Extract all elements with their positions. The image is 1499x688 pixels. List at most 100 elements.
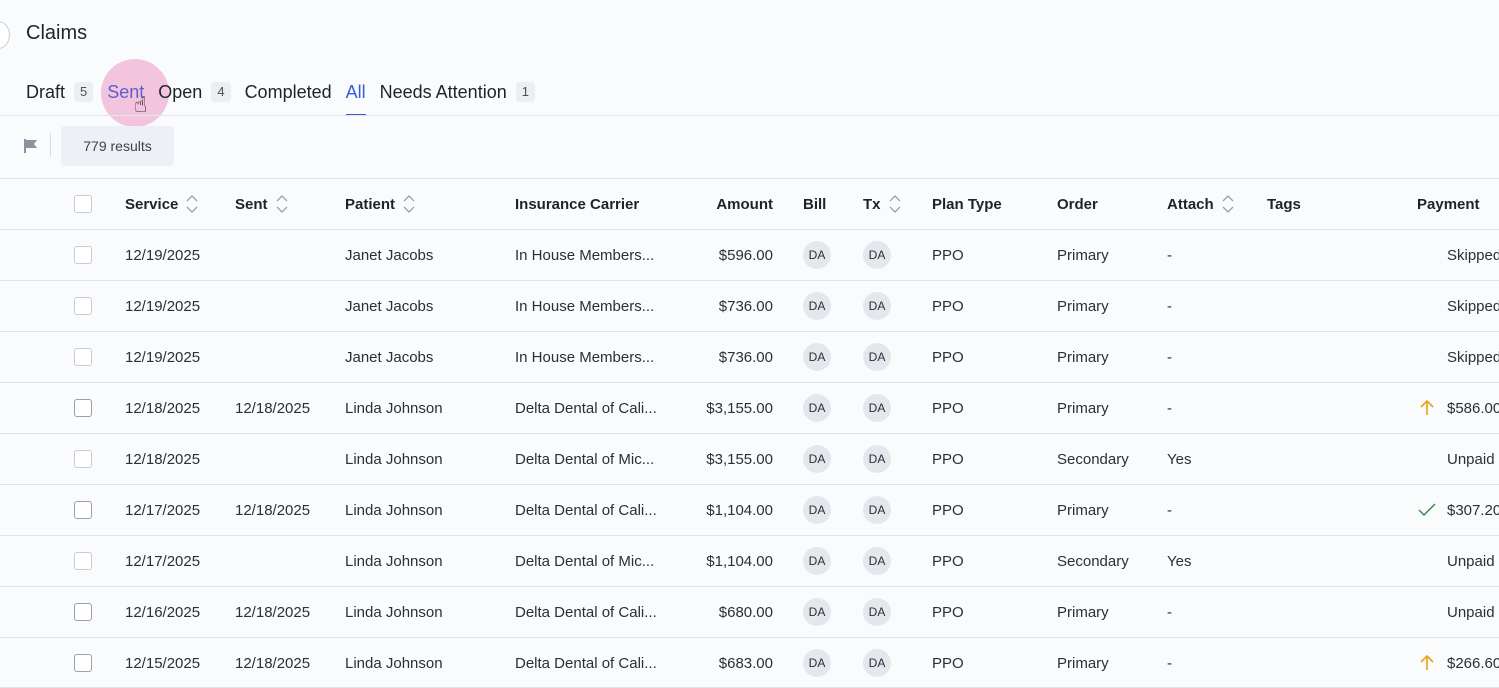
column-header-tx[interactable]: Tx <box>863 179 901 229</box>
payment-cell: $266.60 <box>1417 638 1499 688</box>
column-header-order: Order <box>1057 195 1098 213</box>
row-checkbox-cell[interactable] <box>74 332 92 382</box>
row-checkbox[interactable] <box>74 348 92 366</box>
attach-cell: - <box>1167 654 1172 672</box>
bill-cell: DA <box>803 281 831 331</box>
patient-cell: Linda Johnson <box>345 450 443 468</box>
patient-cell: Linda Johnson <box>345 501 443 519</box>
row-checkbox[interactable] <box>74 246 92 264</box>
service-cell: 12/19/2025 <box>125 348 201 366</box>
table-row[interactable]: 12/16/2025 12/18/2025 Linda Johnson Delta D… <box>0 586 1499 637</box>
row-checkbox[interactable] <box>74 654 92 672</box>
tab-draft[interactable]: Draft 5 <box>26 78 94 106</box>
row-checkbox[interactable] <box>74 552 92 570</box>
amount-cell: $596.00 <box>718 246 773 264</box>
amount-cell: $736.00 <box>718 348 773 366</box>
row-checkbox[interactable] <box>74 501 92 519</box>
back-button[interactable] <box>0 21 10 49</box>
column-header-attach[interactable]: Attach <box>1167 179 1234 229</box>
table-row[interactable]: 12/15/2025 12/18/2025 Linda Johnson Delta D… <box>0 637 1499 688</box>
tab-completed[interactable]: Completed <box>245 78 332 106</box>
tab-bar: Draft 5 Sent Open 4 Completed All Needs … <box>26 78 549 116</box>
bill-avatar[interactable]: DA <box>803 496 831 524</box>
select-all-checkbox[interactable] <box>74 195 92 213</box>
tx-avatar[interactable]: DA <box>863 343 891 371</box>
tx-avatar[interactable]: DA <box>863 598 891 626</box>
attach-cell: - <box>1167 501 1172 519</box>
bill-avatar[interactable]: DA <box>803 394 831 422</box>
column-header-patient[interactable]: Patient <box>345 179 415 229</box>
row-checkbox[interactable] <box>74 297 92 315</box>
row-checkbox-cell[interactable] <box>74 587 92 637</box>
sort-icon[interactable] <box>276 193 288 215</box>
tx-avatar[interactable]: DA <box>863 241 891 269</box>
column-header-insurance-carrier: Insurance Carrier <box>515 195 640 213</box>
row-checkbox-cell[interactable] <box>74 638 92 688</box>
sort-icon[interactable] <box>889 193 901 215</box>
tab-all[interactable]: All <box>345 78 366 116</box>
bill-cell: DA <box>803 332 831 382</box>
tx-avatar[interactable]: DA <box>863 496 891 524</box>
row-checkbox-cell[interactable] <box>74 434 92 484</box>
tab-label: Open <box>158 81 203 102</box>
row-checkbox-cell[interactable] <box>74 536 92 586</box>
plan-type-cell: PPO <box>932 246 964 264</box>
tx-avatar[interactable]: DA <box>863 292 891 320</box>
tab-label: Completed <box>244 81 332 102</box>
row-checkbox-cell[interactable] <box>74 485 92 535</box>
tab-open[interactable]: Open 4 <box>158 78 231 106</box>
sort-icon[interactable] <box>403 193 415 215</box>
bill-avatar[interactable]: DA <box>803 445 831 473</box>
tx-avatar[interactable]: DA <box>863 547 891 575</box>
arrow-up-icon <box>1417 399 1437 417</box>
bill-cell: DA <box>803 383 831 433</box>
column-header-sent[interactable]: Sent <box>235 179 288 229</box>
carrier-cell: Delta Dental of Cali... <box>515 501 657 519</box>
row-checkbox-cell[interactable] <box>74 230 92 280</box>
tx-avatar[interactable]: DA <box>863 394 891 422</box>
bill-avatar[interactable]: DA <box>803 598 831 626</box>
payment-value: $266.60 <box>1447 654 1499 672</box>
bill-avatar[interactable]: DA <box>803 649 831 677</box>
payment-cell: Skipped <box>1447 332 1499 382</box>
order-cell: Secondary <box>1057 552 1129 570</box>
row-checkbox[interactable] <box>74 399 92 417</box>
tab-count-badge: 4 <box>211 82 231 102</box>
select-all-checkbox-cell[interactable] <box>74 179 92 229</box>
attach-cell: - <box>1167 297 1172 315</box>
flag-icon[interactable] <box>22 137 40 155</box>
bill-avatar[interactable]: DA <box>803 292 831 320</box>
sort-icon[interactable] <box>186 193 198 215</box>
payment-value: Unpaid <box>1447 603 1495 621</box>
table-row[interactable]: 12/18/2025 12/18/2025 Linda Johnson Delta D… <box>0 382 1499 433</box>
column-header-tags: Tags <box>1267 195 1301 213</box>
table-row[interactable]: 12/18/2025 Linda Johnson Delta Dental of M… <box>0 433 1499 484</box>
tab-needs-attention[interactable]: Needs Attention 1 <box>380 78 535 106</box>
table-row[interactable]: 12/19/2025 Janet Jacobs In House Members..… <box>0 331 1499 382</box>
plan-type-cell: PPO <box>932 603 964 621</box>
attach-cell: Yes <box>1167 450 1192 468</box>
column-header-payment: Payment <box>1417 195 1480 213</box>
row-checkbox[interactable] <box>74 603 92 621</box>
bill-avatar[interactable]: DA <box>803 241 831 269</box>
table-row[interactable]: 12/19/2025 Janet Jacobs In House Members..… <box>0 229 1499 280</box>
row-checkbox-cell[interactable] <box>74 281 92 331</box>
row-checkbox-cell[interactable] <box>74 383 92 433</box>
amount-cell: $1,104.00 <box>706 501 773 519</box>
tab-label: Needs Attention <box>379 81 507 102</box>
tx-avatar[interactable]: DA <box>863 445 891 473</box>
service-cell: 12/18/2025 <box>125 399 201 417</box>
sent-date-cell: 12/18/2025 <box>235 603 311 621</box>
column-header-service[interactable]: Service <box>125 179 198 229</box>
tx-avatar[interactable]: DA <box>863 649 891 677</box>
table-row[interactable]: 12/19/2025 Janet Jacobs In House Members..… <box>0 280 1499 331</box>
bill-avatar[interactable]: DA <box>803 547 831 575</box>
table-row[interactable]: 12/17/2025 Linda Johnson Delta Dental of M… <box>0 535 1499 586</box>
hand-cursor-icon: ☝ <box>134 92 148 117</box>
sort-icon[interactable] <box>1222 193 1234 215</box>
payment-cell: Unpaid <box>1447 434 1495 484</box>
plan-type-cell: PPO <box>932 297 964 315</box>
bill-avatar[interactable]: DA <box>803 343 831 371</box>
row-checkbox[interactable] <box>74 450 92 468</box>
table-row[interactable]: 12/17/2025 12/18/2025 Linda Johnson Delta D… <box>0 484 1499 535</box>
